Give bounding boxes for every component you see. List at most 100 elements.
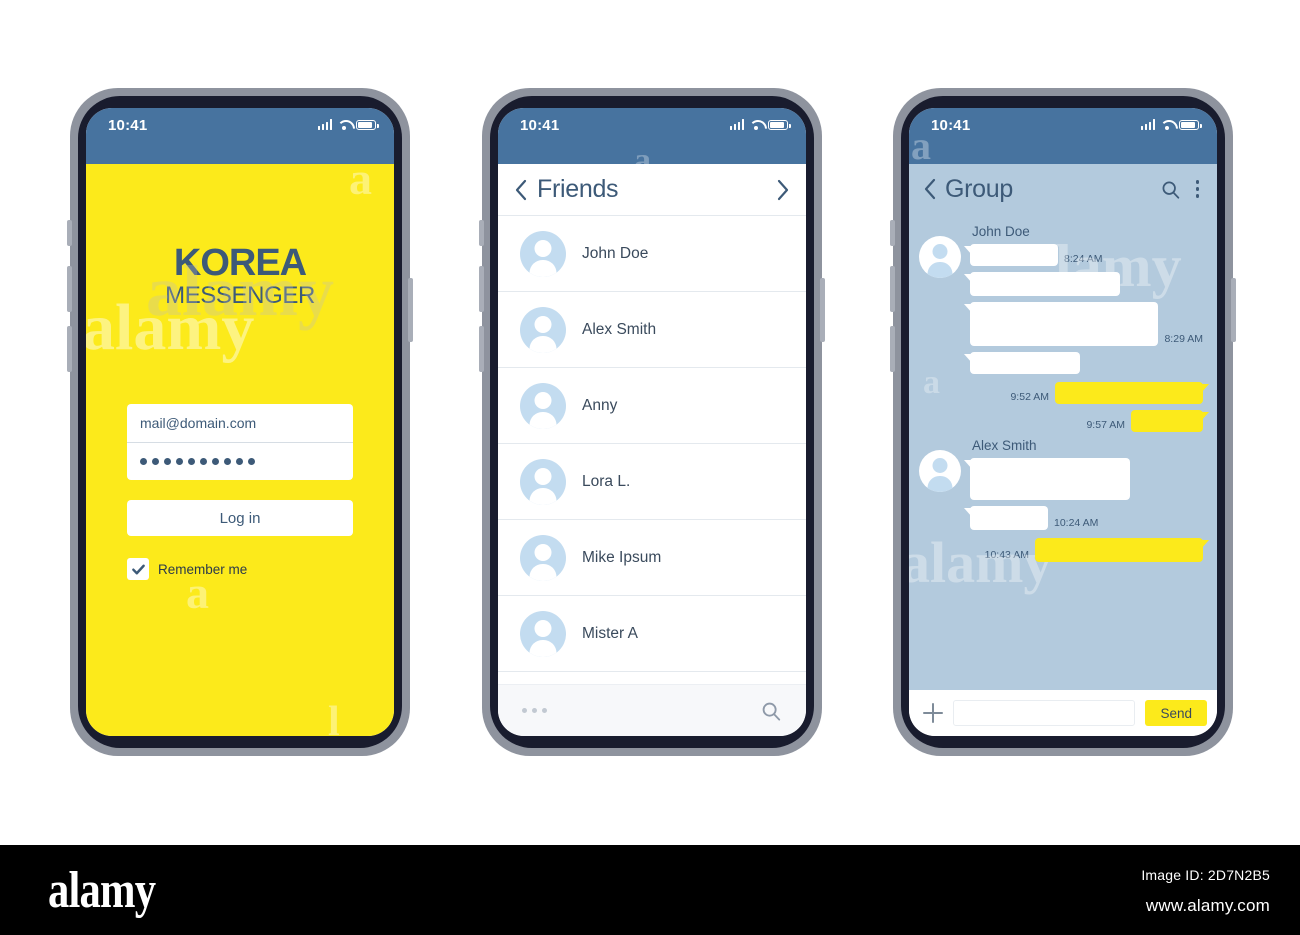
avatar (520, 306, 566, 353)
message-row[interactable] (964, 352, 1203, 374)
chevron-left-icon[interactable] (514, 178, 528, 202)
alamy-logo: alamy (48, 862, 156, 919)
volume-down-button[interactable] (479, 326, 484, 372)
message-row[interactable]: 10:43 AM (921, 538, 1209, 562)
friend-name: Mike Ipsum (582, 548, 662, 566)
remember-me-checkbox[interactable] (127, 558, 149, 581)
power-button[interactable] (408, 278, 413, 342)
password-dots (140, 458, 255, 466)
avatar (919, 236, 961, 278)
kebab-menu-icon[interactable] (1194, 178, 1202, 200)
message-bubble-incoming[interactable] (964, 272, 1120, 296)
message-row[interactable]: 8:24 AM (964, 244, 1203, 266)
list-item[interactable]: Mister A (498, 596, 806, 672)
message-bubble-outgoing[interactable] (1055, 382, 1209, 404)
status-icons (729, 117, 791, 130)
stock-footer: alamy Image ID: 2D7N2B5 www.alamy.com (0, 845, 1300, 935)
message-sender: Alex Smith (972, 438, 1037, 453)
message-bubble-outgoing[interactable] (1131, 410, 1209, 432)
login-button[interactable]: Log in (127, 500, 353, 537)
list-item[interactable]: Anny (498, 368, 806, 444)
search-input[interactable] (522, 708, 547, 713)
message-compose-bar: Send (909, 690, 1217, 736)
friends-list[interactable]: John Doe Alex Smith Anny Lora L. Mike Ip… (498, 216, 806, 684)
password-field[interactable] (127, 442, 353, 480)
friend-name: Mister A (582, 624, 638, 642)
silence-switch[interactable] (890, 220, 895, 246)
login-body: a alamy a l KOREA MESSENGER mail@domain.… (86, 153, 394, 736)
app-logo: KOREA MESSENGER (165, 244, 315, 309)
signal-icon (317, 119, 332, 130)
message-column: John Doe 8:24 AM 8:29 AM (963, 224, 1203, 380)
status-icons (317, 117, 379, 130)
illustration-canvas: 10:41 a alamy a l KOREA MESSENGER mail@d… (0, 0, 1300, 845)
message-bubble-incoming[interactable] (964, 458, 1130, 500)
message-bubble-incoming[interactable] (964, 506, 1048, 530)
message-bubble-incoming[interactable] (963, 302, 1159, 346)
message-row[interactable]: 9:52 AM (921, 382, 1209, 404)
message-row[interactable]: 9:57 AM (921, 410, 1209, 432)
chat-title: Group (945, 174, 1013, 203)
power-button[interactable] (820, 278, 825, 342)
status-bar: 10:41 (909, 108, 1217, 164)
image-id: Image ID: 2D7N2B5 (1141, 867, 1270, 883)
plus-icon[interactable] (923, 703, 943, 723)
message-bubble-incoming[interactable] (964, 244, 1058, 266)
wifi-icon (337, 119, 351, 130)
message-group: John Doe 8:24 AM 8:29 AM (919, 224, 1203, 380)
list-item[interactable]: Lora L. (498, 444, 806, 520)
message-input[interactable] (953, 700, 1136, 726)
avatar (520, 534, 566, 581)
message-sender: John Doe (972, 224, 1030, 239)
friends-screen: 10:41 Friends John Doe Alex Smith Anny L… (498, 108, 806, 736)
outgoing-block: 10:43 AM (919, 538, 1209, 562)
message-bubble-incoming[interactable] (964, 352, 1080, 374)
send-button[interactable]: Send (1145, 700, 1207, 726)
message-row[interactable]: 8:29 AM (963, 302, 1203, 346)
message-row[interactable]: 10:24 AM (964, 506, 1203, 530)
list-item[interactable]: Alex Smith (498, 292, 806, 368)
app-logo-main: KOREA (173, 242, 307, 284)
wifi-icon (749, 119, 763, 130)
status-time: 10:41 (520, 117, 560, 134)
watermark-letter: l (328, 699, 340, 736)
message-column: Alex Smith 10:24 AM (964, 438, 1203, 536)
search-icon[interactable] (760, 700, 782, 722)
message-list[interactable]: lamy a alamy John Doe 8:24 AM 8:29 AM 9:… (909, 214, 1217, 690)
signal-icon (729, 119, 744, 130)
status-bar: 10:41 (498, 108, 806, 164)
status-time: 10:41 (108, 117, 148, 134)
search-bar[interactable] (498, 684, 806, 736)
avatar (520, 610, 566, 657)
message-row[interactable] (964, 272, 1203, 296)
avatar (520, 230, 566, 277)
volume-up-button[interactable] (67, 266, 72, 312)
login-fields: mail@domain.com (127, 404, 353, 481)
search-icon[interactable] (1160, 179, 1181, 200)
avatar (520, 458, 566, 505)
silence-switch[interactable] (479, 220, 484, 246)
friends-navbar: Friends (498, 164, 806, 216)
volume-up-button[interactable] (890, 266, 895, 312)
list-item[interactable]: John Doe (498, 216, 806, 292)
volume-down-button[interactable] (67, 326, 72, 372)
email-field[interactable]: mail@domain.com (127, 404, 353, 442)
silence-switch[interactable] (67, 220, 72, 246)
friends-navbar-left: Friends (514, 175, 619, 204)
remember-me-row[interactable]: Remember me (127, 558, 353, 581)
outgoing-block: 9:52 AM 9:57 AM (919, 382, 1209, 432)
phone-login-mockup: 10:41 a alamy a l KOREA MESSENGER mail@d… (67, 88, 413, 756)
message-row[interactable] (964, 458, 1203, 500)
chevron-left-icon[interactable] (923, 177, 937, 201)
battery-icon (1179, 119, 1202, 130)
message-timestamp: 10:24 AM (1054, 517, 1099, 529)
volume-down-button[interactable] (890, 326, 895, 372)
chat-navbar-right (1160, 178, 1202, 200)
remember-me-label: Remember me (158, 561, 248, 577)
message-bubble-outgoing[interactable] (1035, 538, 1209, 562)
volume-up-button[interactable] (479, 266, 484, 312)
power-button[interactable] (1231, 278, 1236, 342)
chevron-right-icon[interactable] (776, 178, 790, 202)
list-item[interactable]: Mike Ipsum (498, 520, 806, 596)
status-icons (1140, 117, 1202, 130)
